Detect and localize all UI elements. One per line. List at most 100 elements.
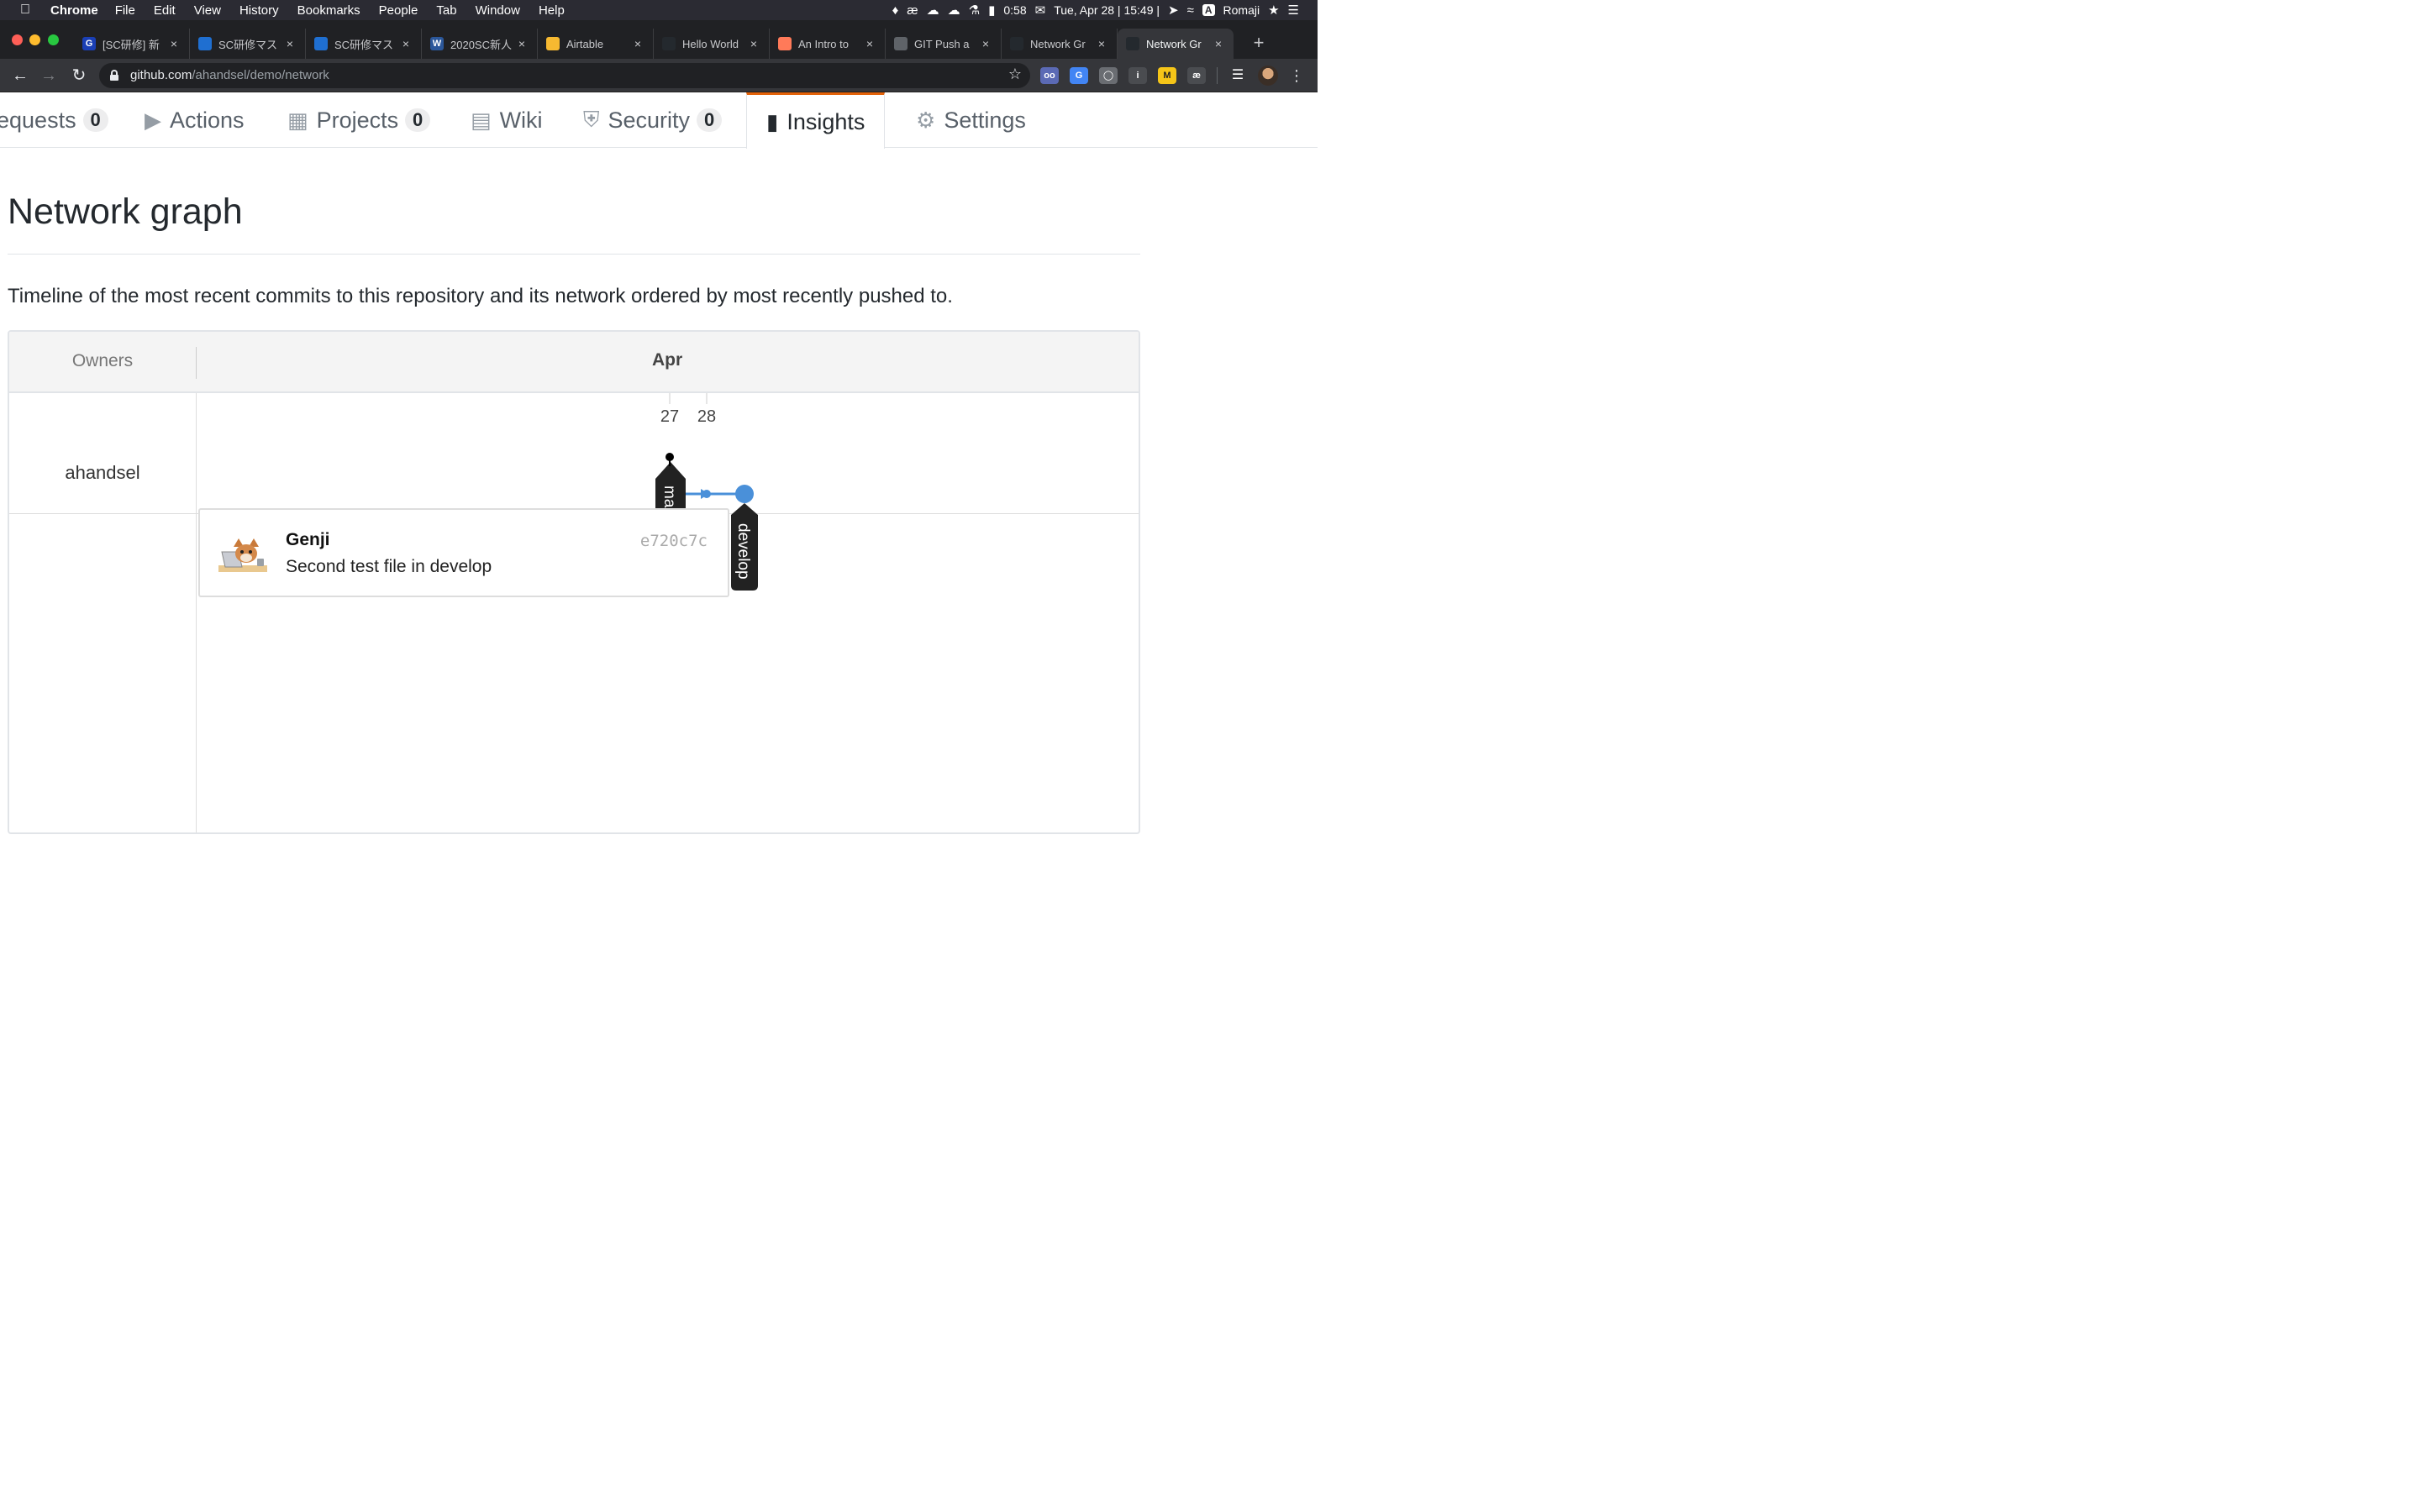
- tab-title: SC研修マス: [334, 38, 394, 51]
- lock-icon[interactable]: [110, 70, 118, 81]
- reload-icon[interactable]: ↻: [67, 64, 91, 87]
- shield-extension-icon[interactable]: ◯: [1099, 67, 1118, 84]
- tab-favicon-icon: [778, 37, 792, 50]
- tab-close-icon[interactable]: ×: [399, 37, 413, 50]
- tab-favicon-icon: [546, 37, 560, 50]
- browser-tab[interactable]: Airtable ×: [538, 29, 654, 59]
- browser-tab[interactable]: SC研修マス ×: [306, 29, 422, 59]
- commit-popup[interactable]: Genji Second test file in develop e720c7…: [198, 508, 729, 597]
- cloud-icon[interactable]: ☁: [948, 3, 960, 18]
- forward-arrow-icon[interactable]: →: [37, 64, 60, 87]
- gitlab-fox-icon[interactable]: ♦: [892, 3, 899, 18]
- tab-title: Hello World: [682, 37, 739, 50]
- tab-projects[interactable]: ▦ Projects 0: [287, 92, 431, 148]
- browser-tab[interactable]: An Intro to ×: [770, 29, 886, 59]
- tab-settings[interactable]: ⚙ Settings: [916, 92, 1026, 148]
- tab-close-icon[interactable]: ×: [515, 37, 529, 50]
- tab-title: [SC研修] 新: [103, 38, 160, 51]
- menu-history[interactable]: History: [239, 3, 279, 18]
- commit-sha[interactable]: e720c7c: [640, 532, 708, 550]
- tab-close-icon[interactable]: ×: [283, 37, 297, 50]
- tab-title: SC研修マス: [218, 38, 278, 51]
- ae-extension-icon[interactable]: æ: [1187, 67, 1206, 84]
- tab-favicon-icon: G: [82, 37, 96, 50]
- tab-close-icon[interactable]: ×: [1212, 37, 1225, 50]
- menu-tab[interactable]: Tab: [436, 3, 456, 18]
- menu-app-name[interactable]: Chrome: [50, 3, 98, 18]
- menu-people[interactable]: People: [379, 3, 418, 18]
- back-arrow-icon[interactable]: ←: [8, 64, 32, 87]
- browser-tab-strip: G [SC研修] 新 × SC研修マス × SC研修マス × W 2020SC新人 × Airtab…: [0, 20, 1318, 59]
- address-host: github.com: [130, 68, 192, 82]
- input-method-icon[interactable]: A: [1202, 4, 1215, 16]
- zoom-window-button[interactable]: [48, 34, 59, 45]
- menu-bookmarks[interactable]: Bookmarks: [297, 3, 360, 18]
- browser-tab[interactable]: W 2020SC新人 ×: [422, 29, 538, 59]
- tab-close-icon[interactable]: ×: [167, 37, 181, 50]
- tab-settings-label: Settings: [944, 107, 1026, 133]
- reading-list-icon[interactable]: ☰: [1228, 67, 1247, 84]
- apple-menu-icon[interactable]: : [0, 3, 50, 18]
- markdown-extension-icon[interactable]: M: [1158, 67, 1176, 84]
- browser-tab[interactable]: Network Gr ×: [1002, 29, 1118, 59]
- tab-security[interactable]: ⛨ Security 0: [583, 92, 723, 148]
- bookmark-star-icon[interactable]: ☆: [1008, 66, 1022, 83]
- tab-title: 2020SC新人: [450, 38, 512, 51]
- tab-close-icon[interactable]: ×: [1095, 37, 1108, 50]
- tab-wiki-label: Wiki: [499, 107, 543, 133]
- browser-tab[interactable]: Network Gr ×: [1118, 29, 1234, 59]
- address-bar[interactable]: github.com/ahandsel/demo/network ☆: [99, 63, 1030, 88]
- cheetah-icon[interactable]: ➤: [1168, 3, 1179, 18]
- network-graph[interactable]: Owners Apr ahandsel 27 28 ma: develop Ge…: [8, 330, 1140, 834]
- tab-close-icon[interactable]: ×: [863, 37, 876, 50]
- commit-author-avatar: [218, 538, 267, 572]
- tab-close-icon[interactable]: ×: [747, 37, 760, 50]
- tab-favicon-icon: [314, 37, 328, 50]
- browser-tab[interactable]: G [SC研修] 新 ×: [74, 29, 190, 59]
- close-window-button[interactable]: [12, 34, 23, 45]
- cloud-upload-icon[interactable]: ☁: [927, 3, 939, 18]
- menu-edit[interactable]: Edit: [154, 3, 176, 18]
- tab-insights[interactable]: ▮ Insights: [746, 92, 886, 149]
- info-extension-icon[interactable]: i: [1128, 67, 1147, 84]
- browser-tab[interactable]: GIT Push a ×: [886, 29, 1002, 59]
- address-path: /ahandsel/demo/network: [192, 68, 329, 82]
- new-tab-button[interactable]: +: [1247, 29, 1270, 59]
- tab-title: An Intro to: [798, 37, 849, 50]
- menu-help[interactable]: Help: [539, 3, 565, 18]
- browser-tab[interactable]: Hello World ×: [654, 29, 770, 59]
- tab-wiki[interactable]: ▤ Wiki: [471, 92, 543, 148]
- tab-projects-label: Projects: [316, 107, 399, 133]
- address-url[interactable]: github.com/ahandsel/demo/network: [130, 68, 329, 82]
- chrome-menu-icon[interactable]: ⋮: [1289, 67, 1304, 85]
- menu-file[interactable]: File: [115, 3, 135, 18]
- tab-title: Network Gr: [1146, 37, 1202, 50]
- tab-title: Airtable: [566, 37, 604, 50]
- tab-pull-requests[interactable]: equests 0: [0, 92, 108, 148]
- browser-tab[interactable]: SC研修マス ×: [190, 29, 306, 59]
- menu-view[interactable]: View: [194, 3, 221, 18]
- star-icon[interactable]: ★: [1268, 3, 1279, 18]
- flask-icon[interactable]: ⚗: [969, 3, 980, 18]
- wifi-icon[interactable]: ≈: [1187, 3, 1194, 18]
- input-method-label[interactable]: Romaji: [1223, 3, 1260, 17]
- tab-list: G [SC研修] 新 × SC研修マス × SC研修マス × W 2020SC新人 × Airtab…: [74, 29, 1234, 59]
- minimize-window-button[interactable]: [29, 34, 40, 45]
- tab-close-icon[interactable]: ×: [979, 37, 992, 50]
- extension-owl-icon[interactable]: oo: [1040, 67, 1059, 84]
- develop-label-text: develop: [734, 523, 752, 580]
- google-translate-icon[interactable]: G: [1070, 67, 1088, 84]
- battery-icon[interactable]: ▮: [988, 3, 995, 18]
- list-menu-icon[interactable]: ☰: [1288, 3, 1299, 18]
- tab-actions[interactable]: ▶ Actions: [145, 92, 245, 148]
- tab-close-icon[interactable]: ×: [631, 37, 644, 50]
- profile-avatar[interactable]: [1258, 66, 1278, 86]
- menu-window[interactable]: Window: [476, 3, 520, 18]
- repo-nav: equests 0 ▶ Actions ▦ Projects 0 ▤ Wiki …: [0, 92, 1318, 149]
- notification-icon[interactable]: ✉: [1035, 3, 1046, 18]
- clock-datetime[interactable]: Tue, Apr 28 | 15:49 |: [1054, 3, 1160, 17]
- extensions-bar: oo G ◯ i M æ ☰ ⋮: [1040, 66, 1304, 86]
- graph-bars-icon: ▮: [766, 108, 779, 134]
- shield-icon: ⛨: [583, 107, 600, 132]
- ae-icon[interactable]: æ: [907, 3, 918, 18]
